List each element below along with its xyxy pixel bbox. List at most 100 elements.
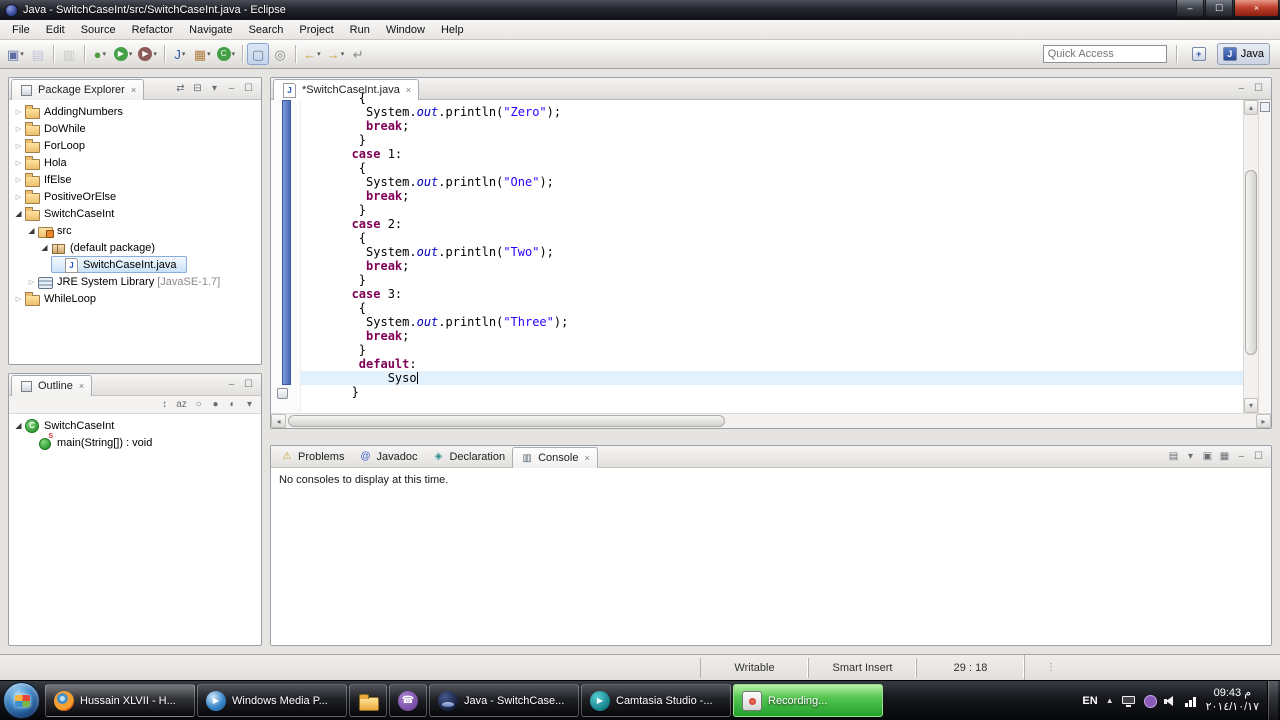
print-button[interactable]: ▥ xyxy=(58,43,80,65)
tree-collapsed-arrow-icon[interactable]: ▷ xyxy=(13,108,24,116)
code-line[interactable]: } xyxy=(301,273,1243,287)
quick-access-input[interactable] xyxy=(1042,45,1167,63)
menu-item-search[interactable]: Search xyxy=(241,22,292,38)
horizontal-scrollbar[interactable]: ◂ ▸ xyxy=(271,413,1271,428)
code-line[interactable]: break; xyxy=(301,119,1243,133)
hide-static-members-icon[interactable]: ● xyxy=(208,397,223,412)
code-line[interactable]: case 2: xyxy=(301,217,1243,231)
menu-item-run[interactable]: Run xyxy=(342,22,378,38)
tree-expanded-arrow-icon[interactable]: ◢ xyxy=(13,209,24,218)
tree-item-src[interactable]: ◢ src xyxy=(25,222,82,239)
pin-console-icon[interactable]: ▣ xyxy=(1200,449,1215,464)
code-line[interactable]: break; xyxy=(301,259,1243,273)
volume-tray-icon[interactable] xyxy=(1163,695,1177,707)
run-button[interactable]: ▶ ▾ xyxy=(111,43,136,65)
sort-alphabetically-icon[interactable]: az xyxy=(174,397,189,412)
package-explorer-tab[interactable]: Package Explorer × xyxy=(11,79,145,100)
close-window-button[interactable]: × xyxy=(1234,0,1279,17)
code-line[interactable]: { xyxy=(301,231,1243,245)
menu-item-refactor[interactable]: Refactor xyxy=(124,22,182,38)
code-line[interactable]: } xyxy=(301,385,1243,399)
tree-item-switchcaseint[interactable]: ◢ SwitchCaseInt xyxy=(12,417,124,434)
display-selected-console-icon[interactable]: ▦ xyxy=(1217,449,1232,464)
gutter-marker-icon[interactable] xyxy=(277,388,288,399)
scroll-left-icon[interactable]: ◂ xyxy=(271,414,286,428)
tree-collapsed-arrow-icon[interactable]: ▷ xyxy=(26,278,37,286)
tree-item-forloop[interactable]: ▷ ForLoop xyxy=(12,137,95,154)
taskbar-button-camtasia[interactable]: Camtasia Studio -... xyxy=(581,684,731,717)
code-line[interactable]: case 3: xyxy=(301,287,1243,301)
code-line[interactable]: case 1: xyxy=(301,147,1243,161)
tree-expanded-arrow-icon[interactable]: ◢ xyxy=(39,243,50,252)
new-package-button[interactable]: ▦ ▾ xyxy=(191,43,214,65)
tree-expanded-arrow-icon[interactable]: ◢ xyxy=(26,226,37,235)
code-line[interactable]: { xyxy=(301,301,1243,315)
code-line[interactable]: System.out.println("Three"); xyxy=(301,315,1243,329)
scroll-up-icon[interactable]: ▴ xyxy=(1244,100,1258,115)
tree-item-whileloop[interactable]: ▷ WhileLoop xyxy=(12,290,106,307)
new-class-button[interactable]: C ▾ xyxy=(214,43,239,65)
code-line[interactable]: break; xyxy=(301,329,1243,343)
minimize-window-button[interactable]: – xyxy=(1176,0,1204,17)
tab-declaration[interactable]: ◈ Declaration xyxy=(424,446,512,467)
code-line[interactable]: } xyxy=(301,203,1243,217)
code-line[interactable]: } xyxy=(301,343,1243,357)
tree-expanded-arrow-icon[interactable]: ◢ xyxy=(13,421,24,430)
code-line[interactable]: System.out.println("Zero"); xyxy=(301,105,1243,119)
code-line[interactable]: { xyxy=(301,161,1243,175)
tree-item-hola[interactable]: ▷ Hola xyxy=(12,154,77,171)
horizontal-scrollbar-track[interactable] xyxy=(286,414,1256,428)
expand-collapse-icon[interactable]: ↕ xyxy=(157,397,172,412)
tree-item-switchcaseint-java[interactable]: SwitchCaseInt.java xyxy=(51,256,187,273)
tree-collapsed-arrow-icon[interactable]: ▷ xyxy=(13,193,24,201)
taskbar-button-recording[interactable]: Recording... xyxy=(733,684,883,717)
close-view-icon[interactable]: × xyxy=(79,381,84,391)
open-perspective-button[interactable]: + xyxy=(1186,43,1212,65)
vertical-scrollbar[interactable]: ▴ ▾ xyxy=(1243,100,1258,413)
statusbar-overflow-icon[interactable]: ⋮ xyxy=(1038,662,1056,673)
open-console-dropdown-icon[interactable]: ▾ xyxy=(1183,449,1198,464)
show-desktop-button[interactable] xyxy=(1267,680,1278,720)
code-line[interactable]: { xyxy=(301,91,1243,105)
taskbar-button-windows-media-player[interactable]: Windows Media P... xyxy=(197,684,347,717)
tree-collapsed-arrow-icon[interactable]: ▷ xyxy=(13,159,24,167)
close-view-icon[interactable]: × xyxy=(131,85,136,95)
horizontal-scrollbar-thumb[interactable] xyxy=(288,415,725,427)
vertical-scrollbar-thumb[interactable] xyxy=(1245,170,1257,355)
menu-item-navigate[interactable]: Navigate xyxy=(181,22,240,38)
tree-collapsed-arrow-icon[interactable]: ▷ xyxy=(13,125,24,133)
view-menu-icon[interactable]: ▾ xyxy=(242,397,257,412)
maximize-view-icon[interactable]: ☐ xyxy=(1251,449,1266,464)
maximize-view-icon[interactable]: ☐ xyxy=(1251,81,1266,96)
code-line[interactable]: } xyxy=(301,133,1243,147)
network-tray-icon[interactable] xyxy=(1184,694,1198,707)
taskbar-button-viber[interactable] xyxy=(389,684,427,717)
hide-fields-icon[interactable]: ○ xyxy=(191,397,206,412)
minimize-view-icon[interactable]: – xyxy=(224,81,239,96)
menu-item-edit[interactable]: Edit xyxy=(38,22,73,38)
minimize-view-icon[interactable]: – xyxy=(1234,449,1249,464)
search-button[interactable]: ◎ xyxy=(269,43,291,65)
taskbar-button-firefox[interactable]: Hussain XLVII - H... xyxy=(45,684,195,717)
open-task-button[interactable]: ▢ xyxy=(247,43,270,65)
save-button[interactable]: ▤ xyxy=(27,43,49,65)
taskbar-button-eclipse[interactable]: Java - SwitchCase... xyxy=(429,684,579,717)
code-line[interactable]: break; xyxy=(301,189,1243,203)
menu-item-window[interactable]: Window xyxy=(378,22,433,38)
collapse-all-icon[interactable]: ⊟ xyxy=(190,81,205,96)
back-button[interactable]: ← ▾ xyxy=(300,43,324,65)
tree-item-main-string-void[interactable]: main(String[]) : void xyxy=(25,433,162,451)
tree-item-positiveorelse[interactable]: ▷ PositiveOrElse xyxy=(12,188,126,205)
tree-item-switchcaseint[interactable]: ◢ SwitchCaseInt xyxy=(12,205,124,222)
tree-item-default-package[interactable]: ◢ (default package) xyxy=(38,239,165,256)
tree-collapsed-arrow-icon[interactable]: ▷ xyxy=(13,142,24,150)
tree-item-jre-system-library[interactable]: ▷ JRE System Library [JavaSE-1.7] xyxy=(25,273,227,290)
tab-problems[interactable]: ⚠ Problems xyxy=(273,446,351,467)
viber-tray-icon[interactable] xyxy=(1143,694,1157,708)
menu-item-file[interactable]: File xyxy=(4,22,38,38)
tree-item-addingnumbers[interactable]: ▷ AddingNumbers xyxy=(12,103,133,120)
code-line[interactable]: System.out.println("One"); xyxy=(301,175,1243,189)
menu-item-help[interactable]: Help xyxy=(433,22,472,38)
code-lines[interactable]: { System.out.println("Zero"); break; } c… xyxy=(301,91,1243,413)
tree-item-dowhile[interactable]: ▷ DoWhile xyxy=(12,120,96,137)
